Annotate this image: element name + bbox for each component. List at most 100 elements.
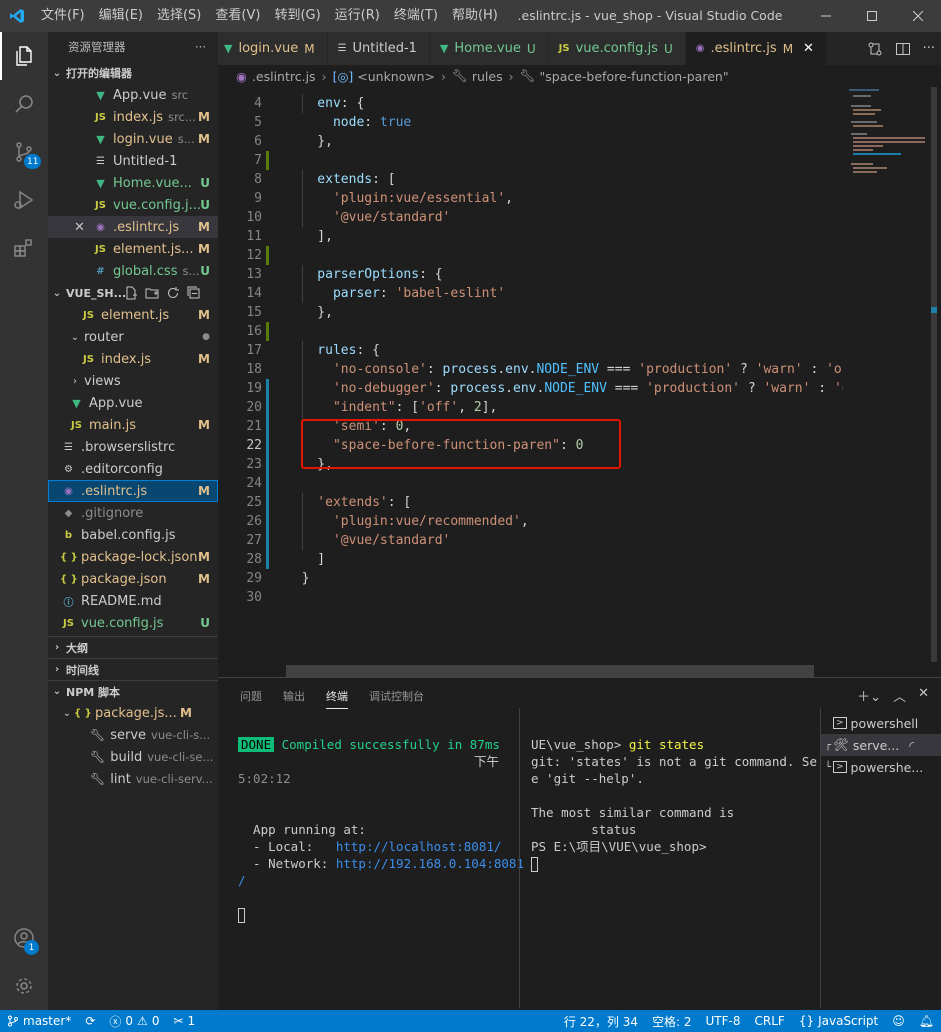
code-line[interactable]: ] (286, 550, 325, 569)
menu-item-0[interactable]: 文件(F) (34, 0, 92, 32)
code-line[interactable]: '@vue/standard' (286, 208, 450, 227)
menu-item-5[interactable]: 运行(R) (328, 0, 387, 32)
tab-home-vue[interactable]: ▼ Home.vue U (429, 32, 549, 65)
terminal-right[interactable]: UE\vue_shop> git states git: 'states' is… (531, 719, 817, 872)
code-line[interactable]: 'plugin:vue/recommended', (286, 512, 529, 531)
line-endings[interactable]: CRLF (748, 1014, 792, 1028)
code-line[interactable]: 'no-console': process.env.NODE_ENV === '… (286, 360, 843, 379)
code-line[interactable]: node: true (286, 113, 411, 132)
run-debug-icon[interactable] (0, 176, 48, 224)
menu-item-4[interactable]: 转到(G) (267, 0, 327, 32)
new-file-icon[interactable] (124, 286, 138, 300)
open-editor-item[interactable]: JS index.js src... M (48, 106, 218, 128)
ports-status[interactable]: ✂︎ 1 (166, 1014, 202, 1028)
close-window-icon[interactable] (895, 0, 941, 32)
sync-icon[interactable]: ⟳ (78, 1014, 102, 1028)
code-line[interactable]: parser: 'babel-eslint' (286, 284, 505, 303)
open-editor-item[interactable]: ▼ Home.vue... U (48, 172, 218, 194)
code-line[interactable]: env: { (286, 94, 364, 113)
file-tree-item[interactable]: ◆ .gitignore (48, 502, 218, 524)
explorer-icon[interactable] (0, 32, 48, 80)
open-editor-item[interactable]: JS element.js... M (48, 238, 218, 260)
terminal-item-powershell[interactable]: > powershell (821, 712, 941, 734)
npm-script-build[interactable]: 🔧︎ build vue-cli-se... (48, 746, 218, 768)
branch-status[interactable]: master* (0, 1014, 78, 1028)
outline-section[interactable]: › 大纲 (48, 636, 218, 658)
menu-item-1[interactable]: 编辑(E) (92, 0, 150, 32)
code-line[interactable]: } (286, 569, 310, 588)
file-tree-item[interactable]: JS index.js M (48, 348, 218, 370)
horizontal-scrollbar[interactable] (286, 665, 814, 677)
code-line[interactable]: }, (286, 303, 333, 322)
file-tree-item[interactable]: › views (48, 370, 218, 392)
breadcrumb-file[interactable]: .eslintrc.js (252, 69, 316, 84)
file-tree-item[interactable]: ▼ App.vue (48, 392, 218, 414)
extensions-icon[interactable] (0, 224, 48, 272)
compare-changes-icon[interactable] (867, 41, 883, 57)
refresh-icon[interactable] (166, 286, 180, 300)
code-line[interactable]: 'no-debugger': process.env.NODE_ENV === … (286, 379, 843, 398)
close-tab-icon[interactable]: ✕ (803, 41, 814, 56)
close-icon[interactable]: ✕ (74, 220, 85, 235)
code-line[interactable]: }, (286, 132, 333, 151)
open-editor-item[interactable]: ▼ App.vue src (48, 84, 218, 106)
npm-script-serve[interactable]: 🔧︎ serve vue-cli-s... (48, 724, 218, 746)
open-editor-item[interactable]: ▼ login.vue s... M (48, 128, 218, 150)
source-control-icon[interactable]: 11 (0, 128, 48, 176)
minimap[interactable] (843, 87, 927, 662)
terminal-item-serve[interactable]: ┌ 🛠︎ serve... ◜ (821, 734, 941, 756)
file-tree-item[interactable]: b babel.config.js (48, 524, 218, 546)
npm-package-item[interactable]: ⌄ { } package.js... M (48, 702, 218, 724)
npm-scripts-section[interactable]: ⌄ NPM 脚本 (48, 680, 218, 702)
terminal-split-divider[interactable] (519, 708, 520, 1008)
cursor-position[interactable]: 行 22，列 34 (557, 1013, 645, 1030)
indentation[interactable]: 空格: 2 (645, 1013, 699, 1030)
file-tree-item[interactable]: ☰ .browserslistrc (48, 436, 218, 458)
code-line[interactable]: "indent": ['off', 2], (286, 398, 497, 417)
tab-eslintrc-js[interactable]: ◉ .eslintrc.js M ✕ (685, 32, 827, 65)
settings-gear-icon[interactable] (0, 962, 48, 1010)
file-tree-item[interactable]: { } package.json M (48, 568, 218, 590)
breadcrumb-rules[interactable]: rules (472, 69, 503, 84)
terminal-left[interactable]: DONE Compiled successfully in 87ms 下午 5:… (238, 719, 524, 923)
encoding[interactable]: UTF-8 (699, 1014, 748, 1028)
panel-tab-0[interactable]: 问题 (240, 688, 262, 709)
new-terminal-icon[interactable]: ＋⌄ (857, 686, 881, 705)
maximize-panel-icon[interactable]: ︿ (893, 686, 906, 705)
network-url-link[interactable]: http://192.168.0.104:8081 (336, 856, 524, 871)
code-line[interactable]: '@vue/standard' (286, 531, 450, 550)
breadcrumb-property[interactable]: "space-before-function-paren" (540, 69, 729, 84)
menu-item-6[interactable]: 终端(T) (387, 0, 445, 32)
file-tree-item[interactable]: JS element.js M (48, 304, 218, 326)
panel-tab-3[interactable]: 调试控制台 (369, 688, 424, 709)
open-editor-item[interactable]: ☰ Untitled-1 (48, 150, 218, 172)
problems-status[interactable]: ⓧ 0 ⚠︎ 0 (102, 1013, 166, 1030)
menu-item-7[interactable]: 帮助(H) (445, 0, 505, 32)
language-mode[interactable]: {} JavaScript (792, 1014, 885, 1028)
open-editors-section[interactable]: ⌄ 打开的编辑器 (48, 62, 218, 84)
maximize-icon[interactable] (849, 0, 895, 32)
file-tree-item[interactable]: JS main.js M (48, 414, 218, 436)
breadcrumb-symbol[interactable]: <unknown> (357, 69, 435, 84)
tab-login-vue[interactable]: ▼ login.vue M (218, 32, 328, 65)
collapse-all-icon[interactable] (187, 286, 201, 300)
panel-tab-2[interactable]: 终端 (326, 688, 348, 709)
open-editor-item[interactable]: JS vue.config.j... U (48, 194, 218, 216)
file-tree-item[interactable]: ⓘ README.md (48, 590, 218, 612)
local-url-link[interactable]: http://localhost:8081/ (336, 839, 502, 854)
notifications-icon[interactable]: 🔔︎ (912, 1014, 941, 1028)
file-tree-item[interactable]: JS vue.config.js U (48, 612, 218, 634)
code-line[interactable]: ], (286, 227, 333, 246)
menu-item-2[interactable]: 选择(S) (150, 0, 208, 32)
more-actions-icon[interactable]: ··· (195, 40, 206, 54)
npm-script-lint[interactable]: 🔧︎ lint vue-cli-serv... (48, 768, 218, 790)
file-tree-item[interactable]: ◉ .eslintrc.js M (48, 480, 218, 502)
terminal-item-powershell-2[interactable]: └ > powershe... (821, 756, 941, 778)
vertical-scrollbar[interactable] (927, 87, 941, 662)
tab-untitled-1[interactable]: ☰ Untitled-1 (327, 32, 430, 65)
code-editor[interactable]: 4 env: {5 node: true 6 }, 7 8 extends: [9 '… (218, 87, 843, 662)
new-folder-icon[interactable] (145, 286, 159, 300)
file-tree-item[interactable]: { } package-lock.json M (48, 546, 218, 568)
accounts-icon[interactable]: 1 (0, 914, 48, 962)
code-line[interactable]: rules: { (286, 341, 380, 360)
